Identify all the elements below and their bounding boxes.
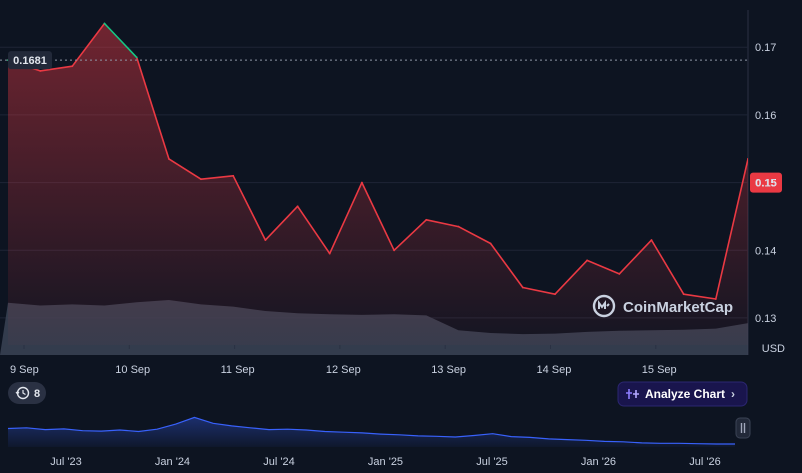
- x-tick-label: 11 Sep: [221, 364, 255, 376]
- price-point: [328, 252, 331, 255]
- reference-price-label: 0.1681: [13, 55, 47, 67]
- x-tick-label: 13 Sep: [431, 364, 466, 376]
- price-point: [554, 293, 556, 296]
- price-chart: 0.1681 0.15 0.17 0.16 0.15 0.14 0.13 9 Sep 10…: [0, 10, 785, 468]
- navigator-label: Jul '24: [263, 456, 294, 468]
- x-tick-label: 10 Sep: [115, 364, 150, 376]
- price-point: [264, 239, 267, 242]
- price-area-fill: [8, 23, 748, 345]
- analyze-chart-button[interactable]: Analyze Chart ›: [617, 381, 748, 407]
- x-tick-label: 9 Sep: [10, 364, 39, 376]
- x-tick-label: 12 Sep: [326, 364, 361, 376]
- navigator-label: Jan '26: [581, 456, 616, 468]
- price-point: [232, 174, 235, 177]
- price-point: [521, 286, 524, 289]
- price-point: [425, 218, 428, 221]
- price-point: [39, 70, 42, 72]
- events-count: 8: [34, 388, 40, 400]
- chevron-right-icon: ›: [731, 387, 735, 401]
- y-tick-label: 0.17: [755, 42, 776, 54]
- x-tick-label: 15 Sep: [642, 364, 677, 376]
- price-point: [135, 56, 138, 59]
- navigator-time-axis: Jul '23 Jan '24 Jul '24 Jan '25 Jul '25 Jan '…: [50, 456, 720, 468]
- price-point: [393, 249, 395, 252]
- price-point: [618, 273, 621, 275]
- price-point: [296, 205, 299, 208]
- x-tick-label: 14 Sep: [537, 364, 572, 376]
- y-tick-label: 0.13: [755, 313, 776, 325]
- price-point: [747, 158, 748, 160]
- price-point: [103, 22, 106, 25]
- y-tick-label: 0.14: [755, 245, 776, 257]
- time-navigator[interactable]: [0, 408, 760, 450]
- analyze-chart-label: Analyze Chart: [645, 387, 725, 401]
- price-point: [586, 259, 588, 262]
- navigator-scroll-handle[interactable]: [735, 417, 751, 439]
- navigator-label: Jan '24: [155, 456, 190, 468]
- navigator-label: Jul '26: [689, 456, 720, 468]
- y-axis: 0.17 0.16 0.15 0.14 0.13: [755, 42, 776, 325]
- events-badge[interactable]: 8: [8, 382, 46, 404]
- y-tick-label: 0.16: [755, 110, 776, 122]
- price-point: [650, 239, 653, 242]
- navigator-label: Jul '25: [476, 456, 507, 468]
- price-point: [168, 158, 170, 160]
- price-point: [361, 181, 363, 184]
- y-tick-label: 0.15: [755, 178, 776, 190]
- price-point: [682, 293, 685, 296]
- navigator-label: Jul '23: [50, 456, 81, 468]
- watermark-text: CoinMarketCap: [623, 299, 733, 316]
- price-area: [8, 23, 748, 345]
- price-point: [71, 65, 74, 68]
- price-point: [457, 225, 460, 228]
- price-point: [200, 178, 202, 181]
- y-axis-unit: USD: [762, 343, 785, 355]
- reference-price-tag: 0.1681: [8, 51, 52, 70]
- price-point: [489, 242, 492, 245]
- navigator-label: Jan '25: [368, 456, 403, 468]
